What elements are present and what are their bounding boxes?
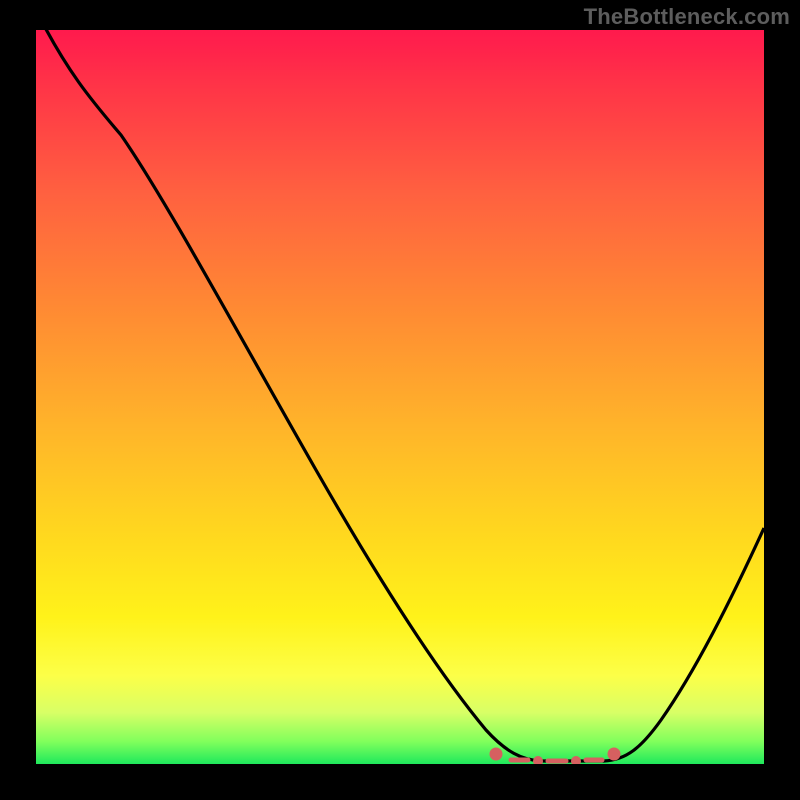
bottleneck-curve (36, 30, 764, 764)
chart-frame: TheBottleneck.com (0, 0, 800, 800)
watermark-text: TheBottleneck.com (584, 4, 790, 30)
curve-path (36, 30, 764, 761)
plot-area (36, 30, 764, 764)
